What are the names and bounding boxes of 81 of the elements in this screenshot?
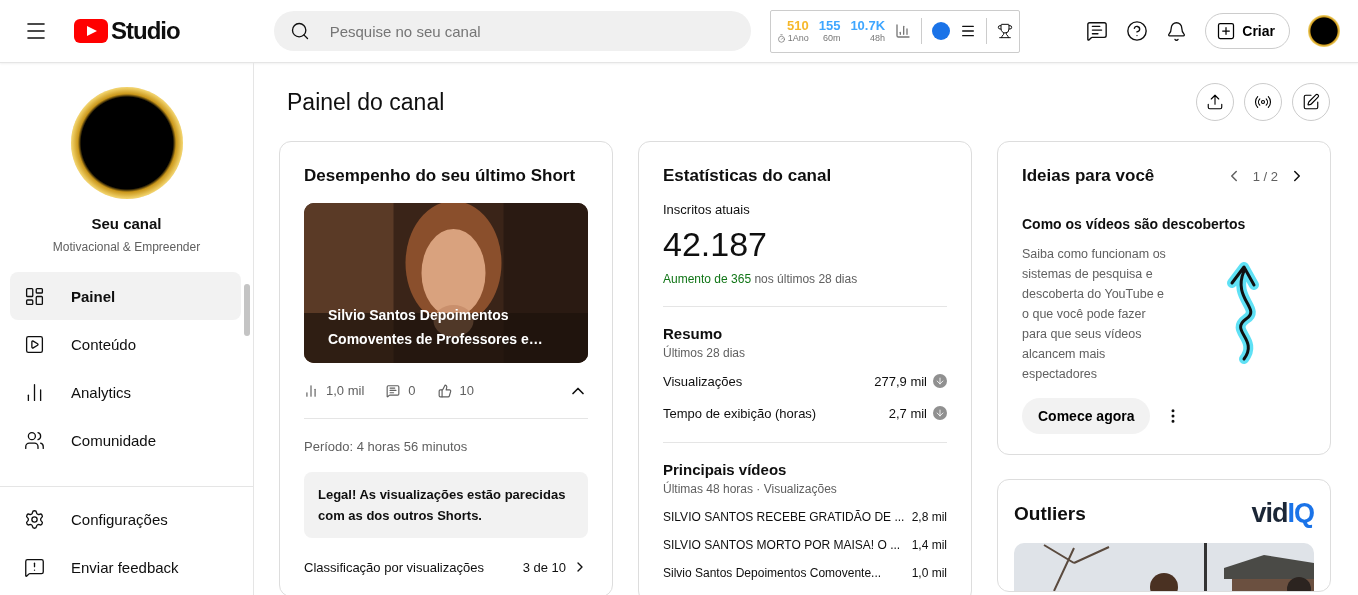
- card-title: Ideias para você: [1022, 166, 1155, 186]
- row-value: 2,7 mil: [888, 405, 927, 421]
- account-avatar[interactable]: [1308, 15, 1340, 47]
- search-icon[interactable]: [289, 21, 310, 41]
- pencil-icon: [1302, 93, 1320, 111]
- trophy-icon[interactable]: [997, 23, 1014, 39]
- timer-icon: [776, 34, 786, 43]
- idea-title: Como os vídeos são descobertos: [1022, 216, 1247, 232]
- edit-button[interactable]: [1292, 83, 1330, 121]
- sidebar-item[interactable]: Conteúdo: [10, 320, 241, 368]
- chart-icon[interactable]: [895, 23, 912, 39]
- section-period: Últimas 48 horas · Visualizações: [663, 482, 838, 496]
- channel-name: Seu canal: [91, 215, 162, 232]
- video-title: Silvio Santos Depoimentos Comoventes de Professores e…: [328, 306, 544, 349]
- channel-subtitle: Motivacional & Empreender: [52, 240, 201, 254]
- notifications-icon[interactable]: [1166, 20, 1188, 42]
- sidebar-item[interactable]: Analytics: [10, 368, 241, 416]
- vidiq-logo: vidIQ: [1251, 498, 1314, 529]
- dashboard-icon: [24, 285, 45, 307]
- video-link[interactable]: SILVIO SANTOS MORTO POR MAISA! O ...: [663, 538, 901, 552]
- comments-count: 0: [408, 383, 416, 398]
- search-field[interactable]: Pesquise no seu canal: [327, 21, 735, 41]
- subscribers-label: Inscritos atuais: [663, 202, 751, 217]
- scrollbar[interactable]: [244, 284, 250, 336]
- section-period: Últimos 28 dias: [663, 346, 747, 360]
- community-icon: [24, 429, 45, 451]
- card-title: Outliers: [1014, 502, 1086, 525]
- row-label: Tempo de exibição (horas): [663, 405, 817, 421]
- growth-text: nos últimos 28 dias: [754, 272, 858, 286]
- views-count: 1,0 mil: [326, 383, 365, 398]
- broadcast-icon: [1254, 93, 1272, 111]
- plus-icon: [1216, 21, 1237, 41]
- thumbs-up-icon: [437, 383, 452, 398]
- search-bar[interactable]: Pesquise no seu canal: [273, 11, 751, 51]
- section-title: Resumo: [663, 325, 724, 342]
- content-icon: [24, 333, 45, 355]
- row-label: Classificação por visualizações: [304, 559, 484, 575]
- sidebar-item[interactable]: Comunidade: [10, 416, 241, 464]
- help-icon[interactable]: [1126, 20, 1149, 42]
- page-indicator: 1 / 2: [1252, 168, 1278, 184]
- settings-icon: [24, 508, 45, 530]
- live-button[interactable]: [1244, 83, 1282, 121]
- video-thumbnail[interactable]: Silvio Santos Depoimentos Comoventes de Professores e…: [304, 203, 588, 363]
- row-value: 3 de 10: [522, 559, 566, 575]
- section-title: Principais vídeos: [663, 461, 788, 478]
- stat-label: 1Ano: [776, 34, 809, 43]
- period-text: Período: 4 horas 56 minutos: [304, 439, 469, 454]
- bar-chart-icon: [304, 383, 318, 398]
- studio-logo[interactable]: Studio: [74, 17, 180, 45]
- card-title: Desempenho do seu último Short: [304, 166, 577, 186]
- sidebar-item[interactable]: Configurações: [10, 495, 241, 543]
- growth-value: Aumento de 365: [663, 272, 752, 286]
- video-views: 2,8 mil: [911, 510, 947, 524]
- video-link[interactable]: SILVIO SANTOS RECEBE GRATIDÃO DE ...: [663, 510, 905, 524]
- upload-button[interactable]: [1196, 83, 1234, 121]
- sidebar-item[interactable]: Enviar feedback: [10, 543, 241, 591]
- create-button[interactable]: Criar: [1205, 13, 1290, 49]
- subscribers-count: 42.187: [663, 225, 768, 264]
- video-views: 1,4 mil: [911, 538, 947, 552]
- stat-label: 60m: [822, 34, 841, 43]
- card-title: Estatísticas do canal: [663, 166, 833, 186]
- comments-icon[interactable]: [1086, 20, 1109, 42]
- video-views: 1,0 mil: [911, 566, 947, 580]
- stat-value: 10.7K: [850, 19, 886, 32]
- stat-label: 48h: [870, 34, 886, 43]
- vidiq-icon[interactable]: [932, 22, 951, 40]
- message-box: Legal! As visualizações estão parecidas com as dos outros Shorts.: [304, 472, 588, 538]
- comment-icon: [386, 383, 401, 398]
- upload-icon: [1206, 93, 1224, 111]
- idea-text: Saiba como funcionam os sistemas de pesquisa e descoberta do YouTube e o que você pode fazer para que seus vídeos alcancem mais espectadores: [1022, 246, 1167, 383]
- list-icon[interactable]: [960, 23, 977, 39]
- start-button[interactable]: Comece agora: [1022, 398, 1151, 434]
- feedback-icon: [24, 556, 45, 578]
- sidebar-item[interactable]: Painel: [10, 272, 241, 320]
- likes-count: 10: [459, 383, 474, 398]
- row-value: 277,9 mil: [874, 373, 927, 389]
- row-label: Visualizações: [663, 373, 743, 389]
- video-link[interactable]: Silvio Santos Depoimentos Comovente...: [663, 566, 882, 580]
- stat-value: 155: [818, 19, 841, 32]
- stat-value: 510: [787, 19, 809, 32]
- page-title: Painel do canal: [287, 88, 445, 116]
